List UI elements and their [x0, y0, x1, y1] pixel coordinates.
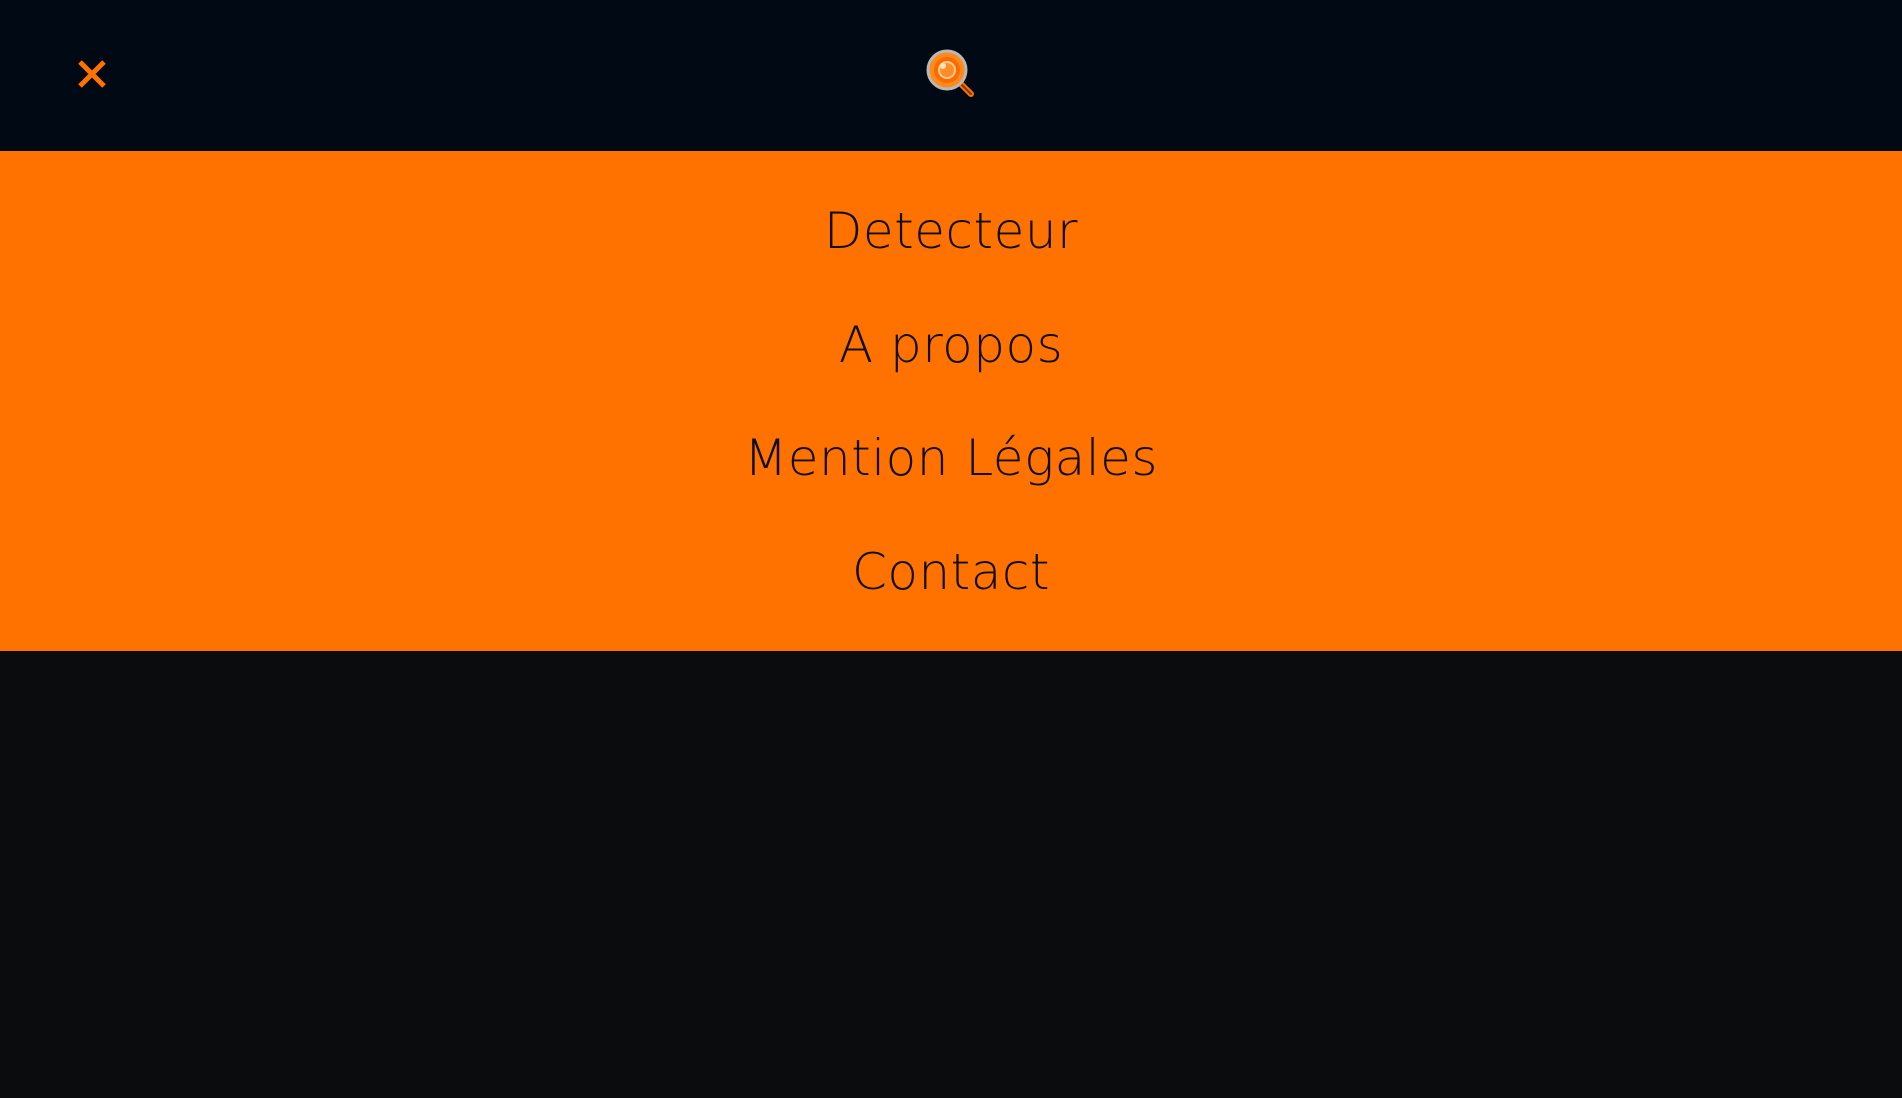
- page-content: [0, 651, 1902, 1098]
- menu-item-detecteur[interactable]: Detecteur: [0, 186, 1902, 276]
- menu-item-label: Detecteur: [823, 202, 1079, 260]
- logo[interactable]: [925, 48, 979, 102]
- top-bar: [0, 0, 1902, 151]
- menu-item-mention-legales[interactable]: Mention Légales: [0, 413, 1902, 503]
- close-menu-button[interactable]: [74, 56, 110, 92]
- menu-item-label: Mention Légales: [744, 429, 1158, 487]
- menu-item-contact[interactable]: Contact: [0, 527, 1902, 617]
- menu-item-label: A propos: [838, 316, 1064, 374]
- navigation-menu: Detecteur A propos Mention Légales Conta…: [0, 151, 1902, 651]
- menu-item-a-propos[interactable]: A propos: [0, 300, 1902, 390]
- menu-item-label: Contact: [851, 543, 1051, 601]
- close-icon: [78, 60, 106, 88]
- magnifier-logo-icon: [926, 49, 974, 97]
